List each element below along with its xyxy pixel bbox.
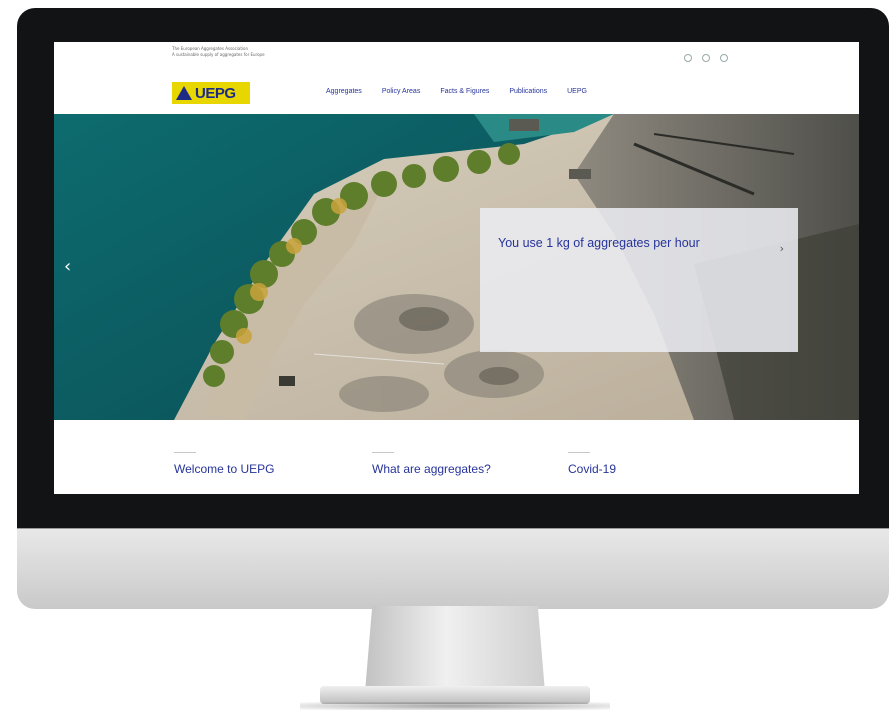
link-welcome[interactable]: Welcome to UEPG bbox=[174, 452, 274, 476]
search-icon[interactable] bbox=[684, 54, 692, 62]
uepg-logo[interactable]: UEPG bbox=[172, 82, 250, 104]
website-screen: The European Aggregates Association A su… bbox=[54, 42, 859, 494]
monitor-stand bbox=[365, 606, 545, 692]
site-tagline: The European Aggregates Association A su… bbox=[172, 46, 392, 58]
nav-facts-figures[interactable]: Facts & Figures bbox=[440, 88, 489, 95]
carousel-next-button[interactable]: › bbox=[780, 242, 784, 255]
nav-policy-areas[interactable]: Policy Areas bbox=[382, 88, 421, 95]
main-nav: Aggregates Policy Areas Facts & Figures … bbox=[326, 88, 587, 95]
link-what-are-aggregates[interactable]: What are aggregates? bbox=[372, 452, 491, 476]
site-header: The European Aggregates Association A su… bbox=[54, 42, 859, 112]
feature-links: Welcome to UEPG What are aggregates? Cov… bbox=[54, 420, 859, 494]
hero-card-title: You use 1 kg of aggregates per hour bbox=[498, 236, 700, 250]
hero-carousel: ‹ You use 1 kg of aggregates per hour › bbox=[54, 114, 859, 420]
link-covid-19[interactable]: Covid-19 bbox=[568, 452, 616, 476]
monitor-shadow bbox=[300, 702, 610, 710]
logo-triangle-icon bbox=[176, 86, 192, 100]
nav-aggregates[interactable]: Aggregates bbox=[326, 88, 362, 95]
hero-info-card: You use 1 kg of aggregates per hour › bbox=[480, 208, 798, 352]
monitor-chin bbox=[17, 528, 889, 609]
logo-text: UEPG bbox=[195, 84, 236, 102]
header-icons bbox=[684, 54, 728, 62]
user-icon[interactable] bbox=[720, 54, 728, 62]
globe-icon[interactable] bbox=[702, 54, 710, 62]
carousel-prev-button[interactable]: ‹ bbox=[64, 256, 71, 277]
nav-uepg[interactable]: UEPG bbox=[567, 88, 587, 95]
nav-publications[interactable]: Publications bbox=[509, 88, 547, 95]
tagline-line-2: A sustainable supply of aggregates for E… bbox=[172, 52, 265, 57]
